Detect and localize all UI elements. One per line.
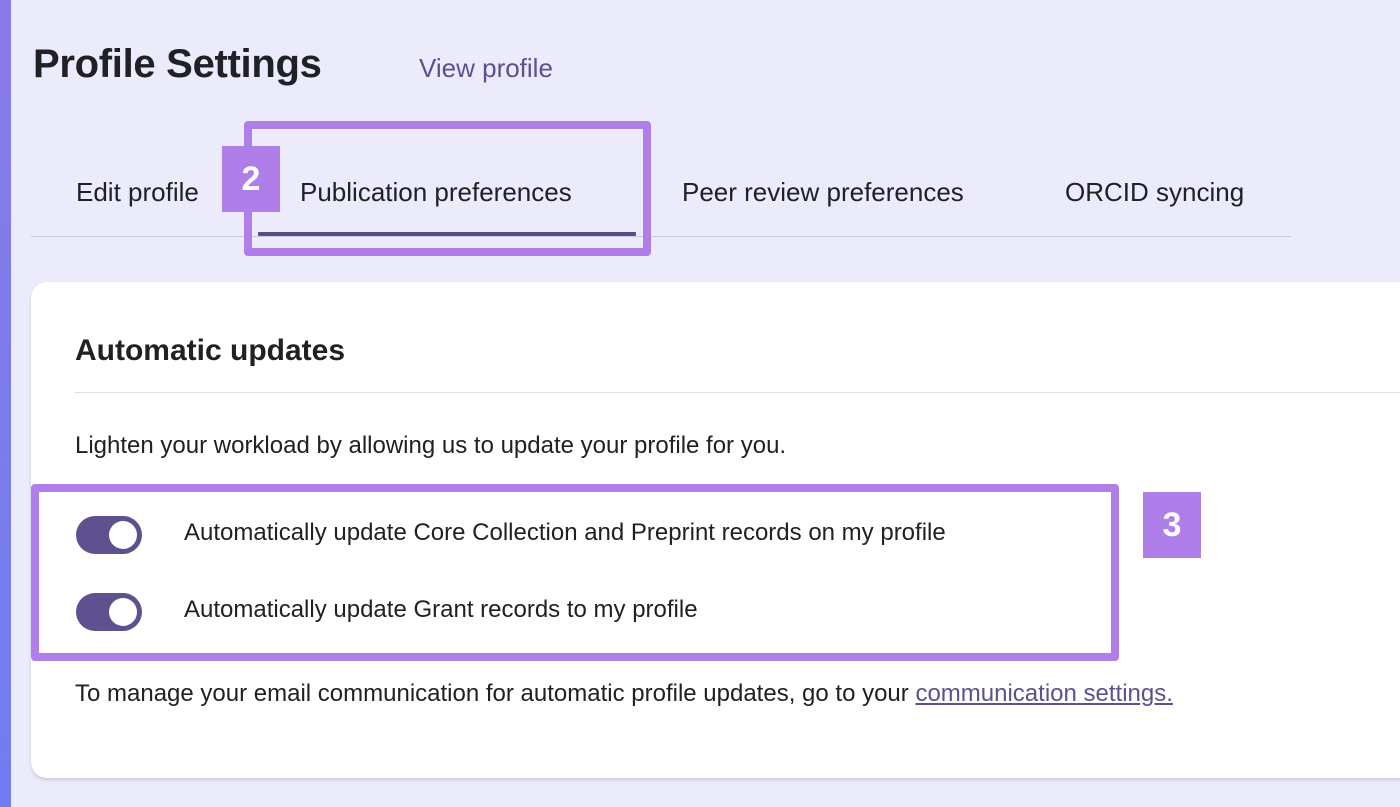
- card-heading: Automatic updates: [75, 334, 346, 367]
- tab-orcid-syncing[interactable]: ORCID syncing: [1065, 177, 1244, 208]
- tabs-divider: [31, 236, 1291, 237]
- toggle-knob: [109, 521, 137, 549]
- step-badge-3: 3: [1143, 492, 1201, 558]
- communication-note: To manage your email communication for a…: [75, 680, 1173, 708]
- card-description: Lighten your workload by allowing us to …: [75, 432, 787, 459]
- grant-records-toggle[interactable]: [76, 593, 142, 631]
- step-badge-2: 2: [222, 146, 280, 212]
- page-title: Profile Settings: [33, 42, 322, 86]
- tab-publication-preferences[interactable]: Publication preferences: [300, 177, 572, 208]
- communication-note-text: To manage your email communication for a…: [75, 680, 916, 707]
- view-profile-link[interactable]: View profile: [419, 53, 553, 84]
- grant-records-toggle-label: Automatically update Grant records to my…: [184, 596, 698, 623]
- tab-edit-profile[interactable]: Edit profile: [76, 177, 199, 208]
- core-collection-toggle[interactable]: [76, 516, 142, 554]
- core-collection-toggle-label: Automatically update Core Collection and…: [184, 519, 946, 546]
- card-divider: [75, 392, 1400, 393]
- tab-peer-review-preferences[interactable]: Peer review preferences: [682, 177, 964, 208]
- active-tab-indicator: [258, 232, 636, 236]
- profile-settings-page: Profile Settings View profile Edit profi…: [11, 0, 1400, 807]
- toggle-knob: [109, 598, 137, 626]
- communication-settings-link[interactable]: communication settings.: [915, 680, 1172, 707]
